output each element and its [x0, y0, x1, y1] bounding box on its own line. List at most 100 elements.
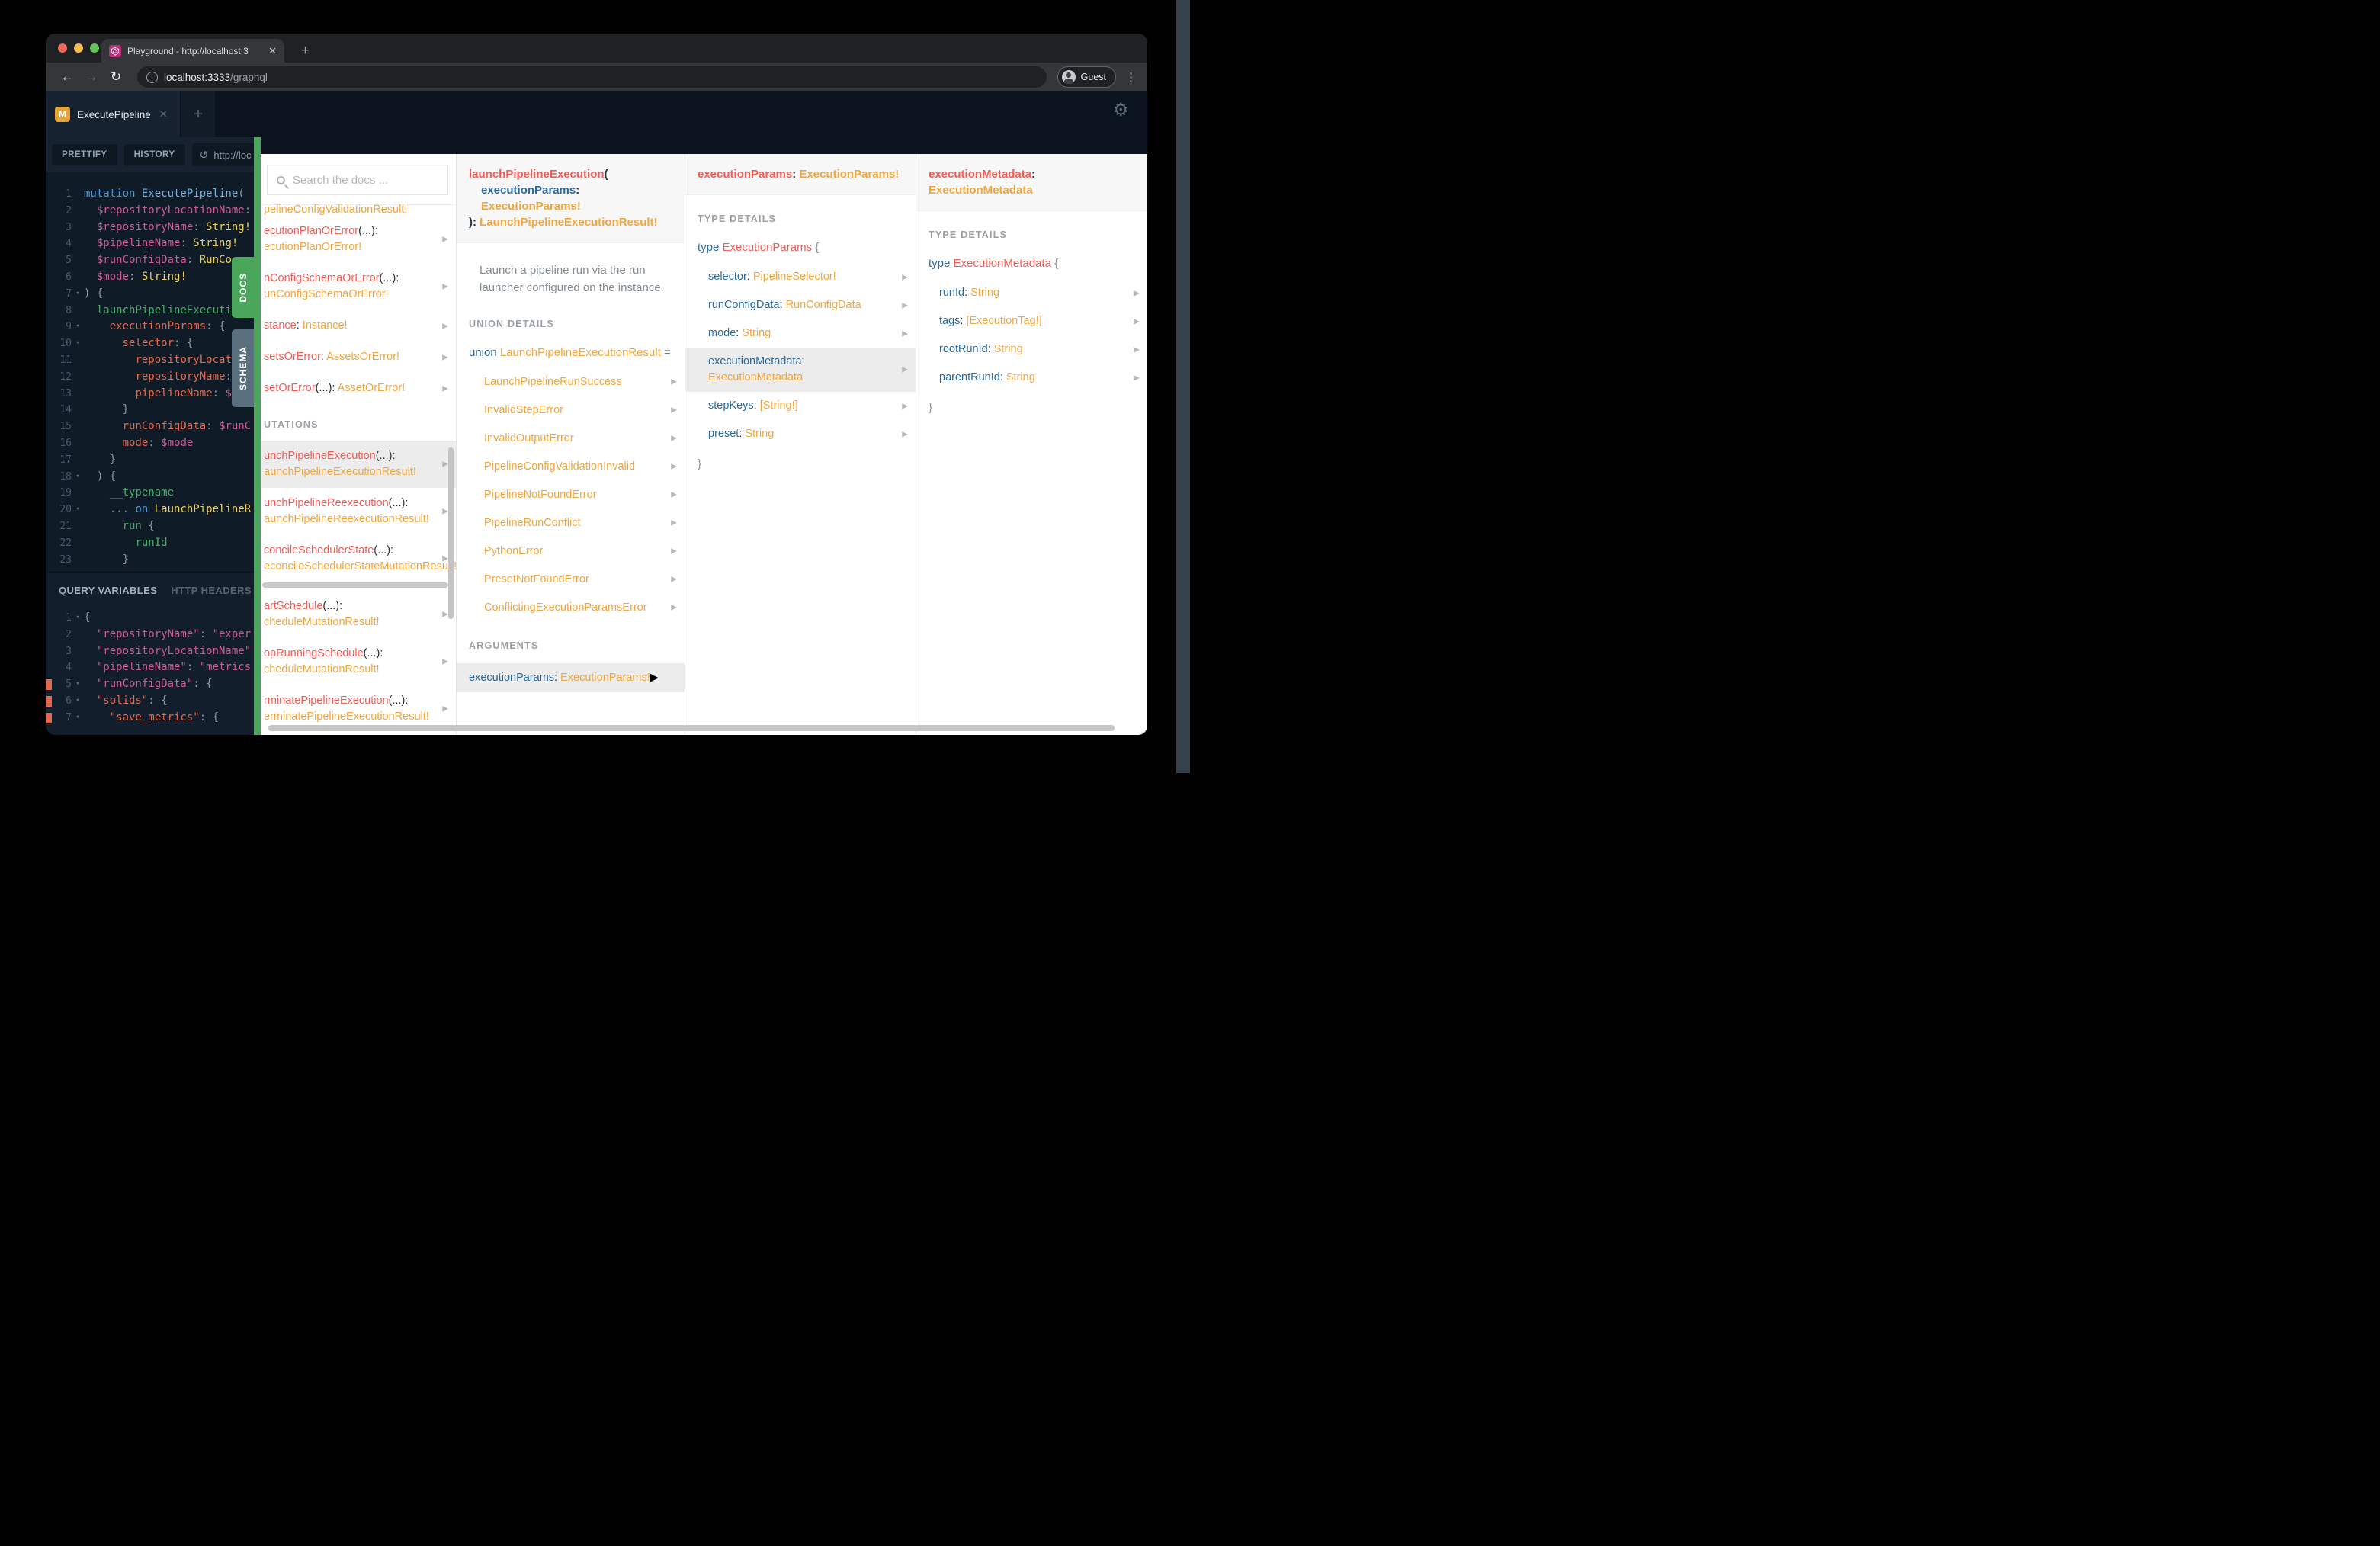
site-info-icon[interactable]: i	[146, 71, 158, 83]
code-line[interactable]: 22 runId	[46, 535, 254, 552]
docs-field-item[interactable]: letePipelineRun(...):letePipelineRunResu…	[261, 733, 456, 735]
endpoint-input[interactable]: ↺ http://loc	[191, 143, 254, 166]
docs-field-item[interactable]: unchPipelineExecution(...): aunchPipeline…	[261, 441, 456, 488]
docs-field-item[interactable]: opRunningSchedule(...): cheduleMutationRe…	[261, 638, 456, 685]
union-member-row[interactable]: LaunchPipelineRunSuccess ▶	[457, 368, 685, 396]
union-member-row[interactable]: PythonError ▶	[457, 537, 685, 566]
code-line[interactable]: 14 }	[46, 402, 254, 419]
fold-arrow-icon[interactable]: ▾	[72, 710, 84, 726]
code-line[interactable]: 11 repositoryLocat	[46, 352, 254, 369]
fold-arrow-icon[interactable]: ▾	[72, 610, 84, 627]
code-line[interactable]: 6 $mode: String!	[46, 269, 254, 286]
code-line[interactable]: 7 ▾ "save_metrics": {	[46, 710, 254, 726]
code-line[interactable]: 20 ▾ ... on LaunchPipelineR	[46, 502, 254, 518]
profile-button[interactable]: Guest	[1057, 66, 1116, 88]
docs-field-item[interactable]: ecutionPlanOrError(...): ecutionPlanOrErr…	[261, 216, 456, 263]
docs-field-item[interactable]: artSchedule(...): cheduleMutationResult! ▶	[261, 591, 456, 638]
union-member-row[interactable]: PresetNotFoundError ▶	[457, 566, 685, 594]
new-tab-button[interactable]: +	[295, 43, 316, 63]
fold-arrow-icon[interactable]: ▾	[72, 469, 84, 486]
type-field-row[interactable]: tags: [ExecutionTag!] ▶	[916, 307, 1147, 335]
docs-vertical-scrollbar[interactable]	[448, 447, 454, 619]
tab-docs[interactable]: DOCS	[232, 257, 254, 318]
type-field-row[interactable]: mode: String ▶	[685, 319, 916, 348]
type-field-row[interactable]: runConfigData: RunConfigData ▶	[685, 291, 916, 319]
code-line[interactable]: 1 ▾{	[46, 610, 254, 627]
zoom-window-button[interactable]	[90, 43, 99, 53]
fold-arrow-icon[interactable]: ▾	[72, 286, 84, 303]
code-line[interactable]: 16 mode: $mode	[46, 435, 254, 452]
docs-horizontal-scrollbar[interactable]	[268, 725, 1115, 731]
close-query-tab-icon[interactable]: ✕	[159, 108, 168, 120]
type-field-row[interactable]: selector: PipelineSelector! ▶	[685, 263, 916, 291]
close-tab-icon[interactable]: ✕	[268, 45, 277, 57]
code-line[interactable]: 15 runConfigData: $runC	[46, 419, 254, 435]
fold-arrow-icon[interactable]: ▾	[72, 676, 84, 693]
prettify-button[interactable]: PRETTIFY	[52, 144, 117, 165]
code-line[interactable]: 3 $repositoryName: String!	[46, 220, 254, 236]
close-window-button[interactable]	[58, 43, 67, 53]
code-line[interactable]: 9 ▾ executionParams: {	[46, 319, 254, 335]
docs-search-box[interactable]	[267, 165, 448, 195]
fold-arrow-icon[interactable]: ▾	[72, 693, 84, 710]
type-field-row[interactable]: rootRunId: String ▶	[916, 335, 1147, 364]
union-member-row[interactable]: PipelineConfigValidationInvalid ▶	[457, 453, 685, 481]
clipped-list-item[interactable]: pelineConfigValidationResult!	[261, 204, 456, 216]
tab-schema[interactable]: SCHEMA	[232, 329, 254, 407]
query-tab[interactable]: M ExecutePipeline ✕	[46, 91, 180, 137]
type-field-row[interactable]: parentRunId: String ▶	[916, 364, 1147, 392]
docs-field-item[interactable]: setOrError(...): AssetOrError! ▶	[261, 373, 456, 404]
docs-field-item[interactable]: setsOrError: AssetsOrError! ▶	[261, 342, 456, 373]
browser-tab[interactable]: Playground - http://localhost:3 ✕	[101, 39, 284, 63]
code-line[interactable]: 2 $repositoryLocationName:	[46, 203, 254, 220]
tab-query-variables[interactable]: QUERY VARIABLES	[59, 585, 157, 596]
browser-menu-icon[interactable]: ⋮	[1125, 70, 1137, 84]
search-input[interactable]	[293, 173, 438, 187]
code-line[interactable]: 4 $pipelineName: String!	[46, 236, 254, 252]
query-editor[interactable]: 1 mutation ExecutePipeline(2 $repositoryL…	[46, 172, 254, 572]
code-line[interactable]: 17 }	[46, 452, 254, 469]
code-line[interactable]: 23 }	[46, 552, 254, 569]
union-member-row[interactable]: ConflictingExecutionParamsError ▶	[457, 594, 685, 622]
type-field-row[interactable]: stepKeys: [String!] ▶	[685, 392, 916, 420]
list-horizontal-scrollbar[interactable]	[262, 582, 448, 588]
union-member-row[interactable]: PipelineRunConflict ▶	[457, 509, 685, 537]
minimize-window-button[interactable]	[74, 43, 83, 53]
new-query-tab-button[interactable]: +	[181, 91, 215, 137]
union-member-row[interactable]: InvalidStepError ▶	[457, 396, 685, 425]
type-field-row[interactable]: preset: String ▶	[685, 420, 916, 448]
union-member-row[interactable]: InvalidOutputError ▶	[457, 425, 685, 453]
code-line[interactable]: 5 $runConfigData: RunCo	[46, 252, 254, 269]
code-line[interactable]: 5 ▾ "runConfigData": {	[46, 676, 254, 693]
fold-arrow-icon[interactable]: ▾	[72, 502, 84, 518]
code-line[interactable]: 3 "repositoryLocationName"	[46, 643, 254, 660]
code-line[interactable]: 21 run {	[46, 518, 254, 535]
docs-field-item[interactable]: concileSchedulerState(...): econcileSched…	[261, 535, 456, 582]
code-line[interactable]: 18 ▾ ) {	[46, 469, 254, 486]
variables-editor[interactable]: 1 ▾{2 "repositoryName": "exper 3 "reposito…	[46, 599, 254, 735]
forward-icon[interactable]: →	[81, 69, 102, 85]
code-line[interactable]: 6 ▾ "solids": {	[46, 693, 254, 710]
history-button[interactable]: HISTORY	[123, 144, 185, 165]
tab-http-headers[interactable]: HTTP HEADERS	[171, 585, 252, 596]
code-line[interactable]: 2 "repositoryName": "exper	[46, 627, 254, 643]
settings-gear-icon[interactable]: ⚙	[1112, 99, 1129, 137]
code-line[interactable]: 7 ▾) {	[46, 286, 254, 303]
fold-arrow-icon[interactable]: ▾	[72, 335, 84, 352]
code-line[interactable]: 19 __typename	[46, 485, 254, 502]
address-bar[interactable]: i localhost:3333/graphql	[137, 66, 1047, 88]
code-line[interactable]: 8 launchPipelineExecution(	[46, 303, 254, 319]
union-member-row[interactable]: PipelineNotFoundError ▶	[457, 481, 685, 509]
docs-field-item[interactable]: unchPipelineReexecution(...): aunchPipeli…	[261, 488, 456, 535]
docs-field-item[interactable]: stance: Instance! ▶	[261, 310, 456, 342]
docs-field-item[interactable]: nConfigSchemaOrError(...): unConfigSchema…	[261, 263, 456, 310]
reload-icon[interactable]: ↻	[105, 69, 127, 85]
type-field-row[interactable]: runId: String ▶	[916, 279, 1147, 307]
code-line[interactable]: 1 mutation ExecutePipeline(	[46, 186, 254, 203]
argument-row[interactable]: executionParams: ExecutionParams!▶	[457, 662, 685, 692]
type-field-row[interactable]: executionMetadata: ExecutionMetadata ▶	[685, 348, 916, 392]
fold-arrow-icon[interactable]: ▾	[72, 319, 84, 335]
code-line[interactable]: 4 "pipelineName": "metrics	[46, 659, 254, 676]
code-line[interactable]: 13 pipelineName: $pip	[46, 386, 254, 403]
back-icon[interactable]: ←	[56, 69, 78, 85]
